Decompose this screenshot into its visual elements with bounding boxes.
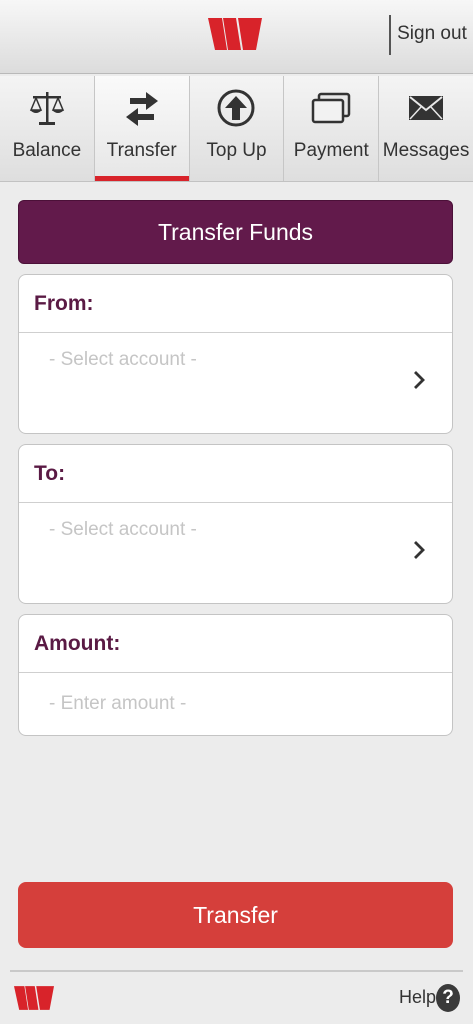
transfer-arrows-icon [125, 92, 158, 126]
tab-payment[interactable]: Payment [284, 76, 380, 181]
tab-label-transfer: Transfer [106, 140, 177, 161]
amount-card: Amount: - Enter amount - [18, 614, 453, 736]
amount-label: Amount: [34, 632, 121, 655]
envelope-icon [409, 96, 444, 120]
app-header: Sign out [0, 0, 473, 74]
amount-input[interactable]: - Enter amount - [19, 673, 452, 735]
scales-icon [29, 92, 65, 125]
top-up-arrow-icon [217, 89, 255, 127]
tab-balance[interactable]: Balance [0, 76, 95, 181]
from-label: From: [34, 292, 94, 315]
tab-transfer[interactable]: Transfer [94, 76, 190, 181]
sign-out-button[interactable]: Sign out [396, 22, 468, 46]
sign-out-divider [389, 15, 391, 55]
tab-top-up[interactable]: Top Up [190, 76, 285, 181]
to-account-select[interactable]: - Select account - [19, 503, 452, 603]
tab-label-top-up: Top Up [206, 140, 267, 161]
from-account-select[interactable]: - Select account - [19, 333, 452, 433]
active-tab-indicator [94, 176, 189, 181]
from-account-placeholder: - Select account - [49, 349, 197, 370]
chevron-right-icon [414, 541, 425, 559]
help-icon[interactable]: ? [436, 984, 460, 1012]
tab-bar: Balance Transfer Top Up Payment Messages [0, 76, 473, 182]
transfer-button[interactable]: Transfer [18, 882, 453, 948]
tab-label-balance: Balance [12, 140, 82, 161]
to-label: To: [34, 462, 66, 485]
from-account-card: From: - Select account - [18, 274, 453, 434]
to-account-placeholder: - Select account - [49, 519, 197, 540]
westpac-footer-logo-icon [14, 986, 54, 1010]
footer-divider [10, 970, 463, 972]
to-account-card: To: - Select account - [18, 444, 453, 604]
westpac-logo-icon [208, 18, 262, 50]
chevron-right-icon [414, 371, 425, 389]
page-title: Transfer Funds [18, 200, 453, 264]
tab-label-payment: Payment [293, 140, 369, 161]
tab-messages[interactable]: Messages [379, 76, 473, 181]
cards-icon [312, 92, 351, 124]
tab-label-messages: Messages [382, 140, 470, 161]
help-link[interactable]: Help [399, 987, 436, 1008]
amount-placeholder: - Enter amount - [49, 693, 187, 714]
